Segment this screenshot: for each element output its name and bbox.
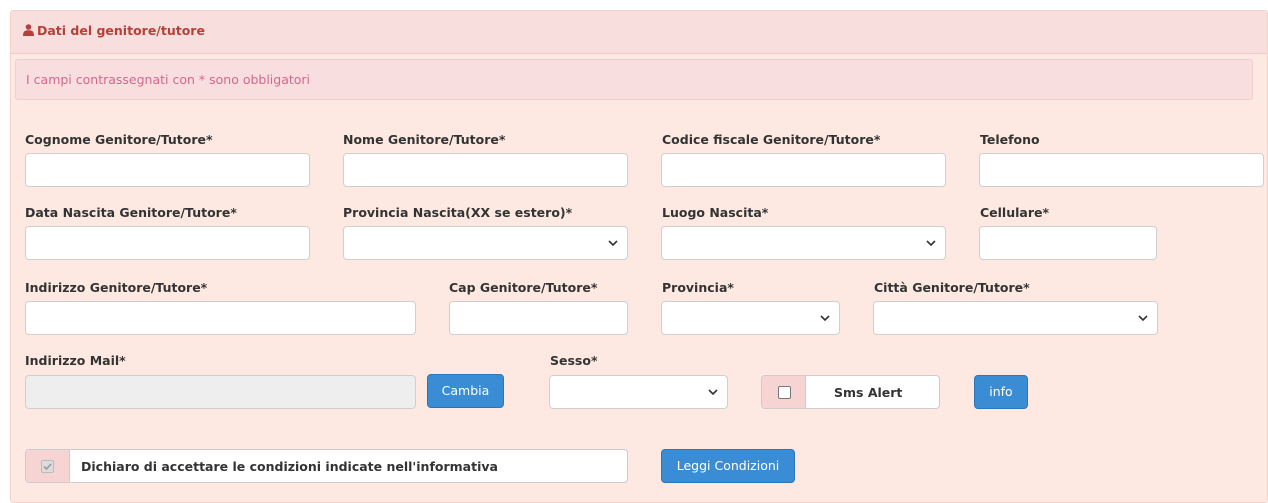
sms-alert-addon bbox=[762, 376, 806, 408]
email-input bbox=[25, 375, 416, 409]
user-icon bbox=[23, 24, 34, 36]
luogo-nascita-label: Luogo Nascita* bbox=[662, 205, 769, 220]
conditions-group: Dichiaro di accettare le condizioni indi… bbox=[25, 449, 628, 483]
cognome-input[interactable] bbox=[25, 153, 310, 187]
cognome-label: Cognome Genitore/Tutore* bbox=[25, 132, 213, 147]
panel-header: Dati del genitore/tutore bbox=[11, 11, 1267, 54]
conditions-checkbox[interactable] bbox=[41, 460, 54, 473]
panel-title: Dati del genitore/tutore bbox=[23, 23, 205, 38]
sesso-label: Sesso* bbox=[550, 353, 598, 368]
email-label: Indirizzo Mail* bbox=[25, 353, 126, 368]
indirizzo-input[interactable] bbox=[25, 301, 416, 335]
sms-alert-group: Sms Alert bbox=[761, 375, 940, 409]
cap-input[interactable] bbox=[449, 301, 628, 335]
provincia-nascita-select[interactable] bbox=[343, 226, 628, 260]
chevron-down-icon bbox=[820, 315, 830, 322]
luogo-nascita-select[interactable] bbox=[661, 226, 946, 260]
sesso-select[interactable] bbox=[549, 375, 728, 409]
chevron-down-icon bbox=[1138, 315, 1148, 322]
cap-label: Cap Genitore/Tutore* bbox=[449, 280, 598, 295]
chevron-down-icon bbox=[608, 240, 618, 247]
panel-title-text: Dati del genitore/tutore bbox=[37, 23, 205, 38]
sms-alert-label: Sms Alert bbox=[834, 385, 903, 400]
citta-select[interactable] bbox=[873, 301, 1158, 335]
check-icon bbox=[43, 463, 52, 471]
provincia-nascita-label: Provincia Nascita(XX se estero)* bbox=[343, 205, 573, 220]
chevron-down-icon bbox=[708, 389, 718, 396]
sms-alert-checkbox[interactable] bbox=[778, 386, 791, 399]
telefono-input[interactable] bbox=[979, 153, 1264, 187]
indirizzo-label: Indirizzo Genitore/Tutore* bbox=[25, 280, 208, 295]
codice-fiscale-input[interactable] bbox=[661, 153, 946, 187]
codice-fiscale-label: Codice fiscale Genitore/Tutore* bbox=[662, 132, 881, 147]
nome-label: Nome Genitore/Tutore* bbox=[343, 132, 506, 147]
citta-label: Città Genitore/Tutore* bbox=[874, 280, 1030, 295]
cellulare-input[interactable] bbox=[979, 226, 1157, 260]
data-nascita-label: Data Nascita Genitore/Tutore* bbox=[25, 205, 237, 220]
cellulare-label: Cellulare* bbox=[980, 205, 1050, 220]
info-button[interactable]: info bbox=[974, 375, 1028, 409]
chevron-down-icon bbox=[926, 240, 936, 247]
provincia-select[interactable] bbox=[661, 301, 840, 335]
conditions-label: Dichiaro di accettare le condizioni indi… bbox=[81, 459, 498, 474]
conditions-addon bbox=[26, 450, 70, 482]
data-nascita-input[interactable] bbox=[25, 226, 310, 260]
provincia-label: Provincia* bbox=[662, 280, 734, 295]
nome-input[interactable] bbox=[343, 153, 628, 187]
cambia-button[interactable]: Cambia bbox=[427, 374, 504, 408]
telefono-label: Telefono bbox=[980, 132, 1040, 147]
leggi-condizioni-button[interactable]: Leggi Condizioni bbox=[661, 449, 795, 483]
required-fields-notice: I campi contrassegnati con * sono obblig… bbox=[15, 59, 1253, 100]
